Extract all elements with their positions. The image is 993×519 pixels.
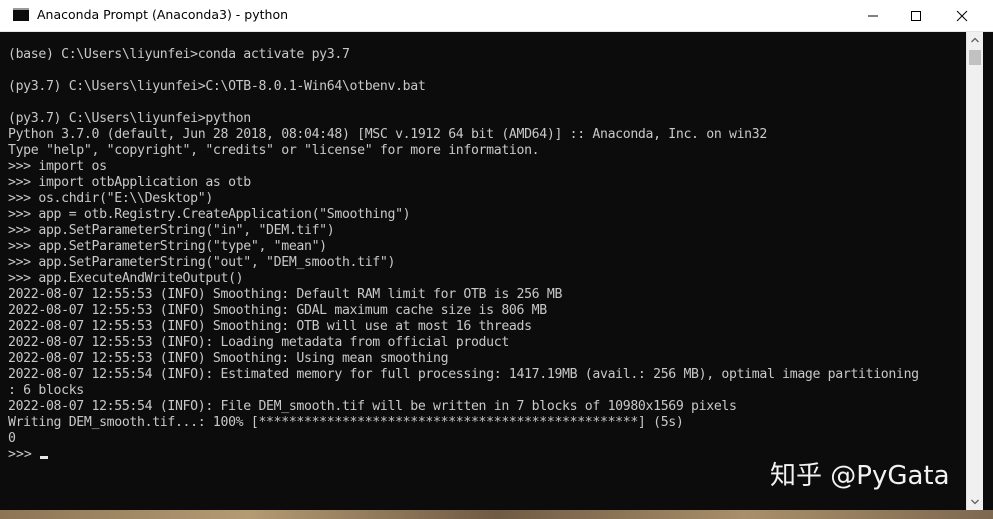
vertical-scrollbar[interactable]	[966, 32, 983, 510]
console-icon	[13, 8, 29, 21]
console-line: >>> app.SetParameterString("out", "DEM_s…	[8, 255, 396, 270]
minimize-button[interactable]	[850, 0, 896, 31]
console-output[interactable]: (base) C:\Users\liyunfei>conda activate …	[0, 32, 966, 510]
python-prompt: >>>	[8, 447, 40, 462]
console-line: 2022-08-07 12:55:53 (INFO) Smoothing: OT…	[8, 319, 532, 334]
scroll-up-arrow-icon	[971, 37, 979, 43]
console-line: (base) C:\Users\liyunfei>conda activate …	[8, 47, 350, 62]
text-cursor	[39, 456, 48, 459]
console-line: : 6 blocks	[8, 383, 84, 398]
console-line: >>> app.SetParameterString("in", "DEM.ti…	[8, 223, 335, 238]
console-line: (py3.7) C:\Users\liyunfei>python	[8, 111, 251, 126]
maximize-button[interactable]	[893, 0, 939, 31]
console-line: 0	[8, 431, 16, 446]
desktop-background	[0, 510, 993, 519]
scroll-up-button[interactable]	[967, 32, 983, 49]
close-button[interactable]	[939, 0, 985, 31]
close-icon	[956, 10, 968, 22]
minimize-icon	[868, 15, 878, 17]
console-line: >>> import otbApplication as otb	[8, 175, 251, 190]
title-bar[interactable]: Anaconda Prompt (Anaconda3) - python	[0, 0, 993, 32]
scroll-down-button[interactable]	[967, 493, 983, 510]
console-line: Writing DEM_smooth.tif...: 100% [*******…	[8, 415, 684, 430]
window-title: Anaconda Prompt (Anaconda3) - python	[37, 7, 289, 22]
console-text: (base) C:\Users\liyunfei>conda activate …	[8, 47, 919, 463]
console-line: 2022-08-07 12:55:53 (INFO) Smoothing: GD…	[8, 303, 547, 318]
console-line: 2022-08-07 12:55:54 (INFO): Estimated me…	[8, 367, 919, 382]
watermark: 知乎 @PyGata	[770, 461, 950, 491]
console-line: 2022-08-07 12:55:53 (INFO): Loading meta…	[8, 335, 509, 350]
console-line: >>> import os	[8, 159, 107, 174]
console-window: Anaconda Prompt (Anaconda3) - python (ba…	[0, 0, 993, 519]
scroll-down-arrow-icon	[971, 499, 979, 505]
scroll-thumb[interactable]	[969, 50, 981, 65]
console-line: (py3.7) C:\Users\liyunfei>C:\OTB-8.0.1-W…	[8, 79, 426, 94]
console-line: >>> app = otb.Registry.CreateApplication…	[8, 207, 411, 222]
console-line: Python 3.7.0 (default, Jun 28 2018, 08:0…	[8, 127, 767, 142]
console-line: >>> app.SetParameterString("type", "mean…	[8, 239, 327, 254]
console-line: 2022-08-07 12:55:53 (INFO) Smoothing: De…	[8, 287, 563, 302]
console-line: 2022-08-07 12:55:53 (INFO) Smoothing: Us…	[8, 351, 449, 366]
maximize-icon	[911, 11, 921, 21]
console-line: >>> app.ExecuteAndWriteOutput()	[8, 271, 244, 286]
console-line: 2022-08-07 12:55:54 (INFO): File DEM_smo…	[8, 399, 737, 414]
console-line: >>> os.chdir("E:\\Desktop")	[8, 191, 213, 206]
console-line: Type "help", "copyright", "credits" or "…	[8, 143, 540, 158]
